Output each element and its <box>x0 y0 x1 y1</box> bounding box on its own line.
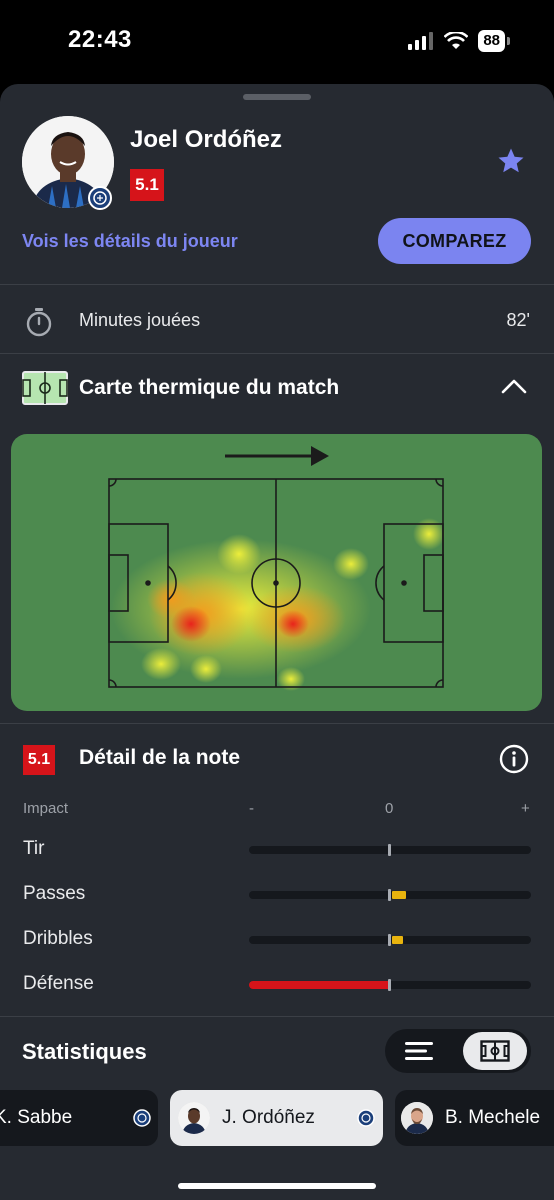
divider <box>0 284 554 285</box>
impact-bar-fill <box>392 891 406 899</box>
metric-row-passes: Passes <box>0 879 554 909</box>
player-chip-name: K. Sabbe <box>0 1107 73 1128</box>
metric-row-dribbles: Dribbles <box>0 924 554 954</box>
status-time: 22:43 <box>68 26 132 53</box>
stats-title: Statistiques <box>22 1039 147 1064</box>
club-badge-icon <box>357 1109 375 1127</box>
chevron-up-icon[interactable] <box>500 376 528 396</box>
home-indicator[interactable] <box>178 1183 376 1189</box>
favorite-star-icon[interactable] <box>496 146 526 176</box>
sheet-grabber[interactable] <box>243 94 311 100</box>
club-badge-icon <box>88 186 112 210</box>
metric-label: Passes <box>23 883 86 904</box>
pitch-view-icon <box>480 1040 510 1062</box>
stopwatch-icon <box>26 308 52 337</box>
pitch-view-toggle[interactable] <box>463 1032 527 1070</box>
player-rating-badge: 5.1 <box>130 169 164 201</box>
pitch-icon <box>22 371 68 405</box>
stats-view-toggle <box>385 1029 531 1073</box>
metric-label: Tir <box>23 838 45 859</box>
rating-detail-title: Détail de la note <box>79 746 241 769</box>
signal-icon <box>408 32 434 50</box>
player-chip[interactable]: K. Sabbe <box>0 1090 158 1146</box>
metric-label: Dribbles <box>23 928 93 949</box>
player-name: Joel Ordóñez <box>130 126 283 153</box>
impact-plus: + <box>521 800 530 817</box>
impact-minus: - <box>249 800 254 817</box>
player-chip-avatar <box>178 1102 210 1134</box>
impact-bar-fill <box>249 981 388 989</box>
impact-bar <box>249 889 531 901</box>
info-icon[interactable] <box>498 743 530 775</box>
attack-direction-arrow-icon <box>225 446 329 466</box>
player-chip-avatar <box>401 1102 433 1134</box>
player-chip-name: J. Ordóñez <box>222 1107 315 1128</box>
status-bar: 22:43 88 <box>0 0 554 84</box>
minutes-label: Minutes jouées <box>79 310 201 330</box>
heat-blobs <box>111 518 445 691</box>
player-details-link[interactable]: Vois les détails du joueur <box>22 231 238 252</box>
compare-button[interactable]: COMPAREZ <box>378 218 531 264</box>
player-chip[interactable]: B. Mechele <box>395 1090 554 1146</box>
minutes-row: Minutes jouées 82' <box>0 294 554 354</box>
impact-bar-fill <box>392 936 403 944</box>
players-strip: K. Sabbe J. Ordóñez B. Mechele <box>0 1090 554 1146</box>
list-view-icon[interactable] <box>399 1037 439 1065</box>
divider <box>0 353 554 354</box>
impact-bar <box>249 844 531 856</box>
metric-label: Défense <box>23 973 94 994</box>
player-chip-active[interactable]: J. Ordóñez <box>170 1090 383 1146</box>
wifi-icon <box>444 32 469 49</box>
minutes-value: 82' <box>506 310 530 330</box>
heatmap-title: Carte thermique du match <box>79 376 340 399</box>
impact-scale: Impact - 0 + <box>0 800 554 820</box>
status-icons: 88 <box>408 30 510 52</box>
player-sheet: Joel Ordóñez 5.1 Vois les détails du jou… <box>0 84 554 1200</box>
metric-row-tir: Tir <box>0 834 554 864</box>
impact-label: Impact <box>23 800 69 817</box>
divider <box>0 723 554 724</box>
battery-level: 88 <box>478 30 505 52</box>
impact-bar <box>249 934 531 946</box>
heatmap-pitch <box>11 434 542 711</box>
divider <box>0 1016 554 1017</box>
player-chip-name: B. Mechele <box>445 1107 541 1128</box>
impact-zero: 0 <box>385 800 394 817</box>
club-badge-icon <box>133 1109 151 1127</box>
battery-icon: 88 <box>478 30 510 52</box>
metric-row-defense: Défense <box>0 969 554 999</box>
rating-detail-badge: 5.1 <box>23 745 55 775</box>
impact-bar <box>249 979 531 991</box>
